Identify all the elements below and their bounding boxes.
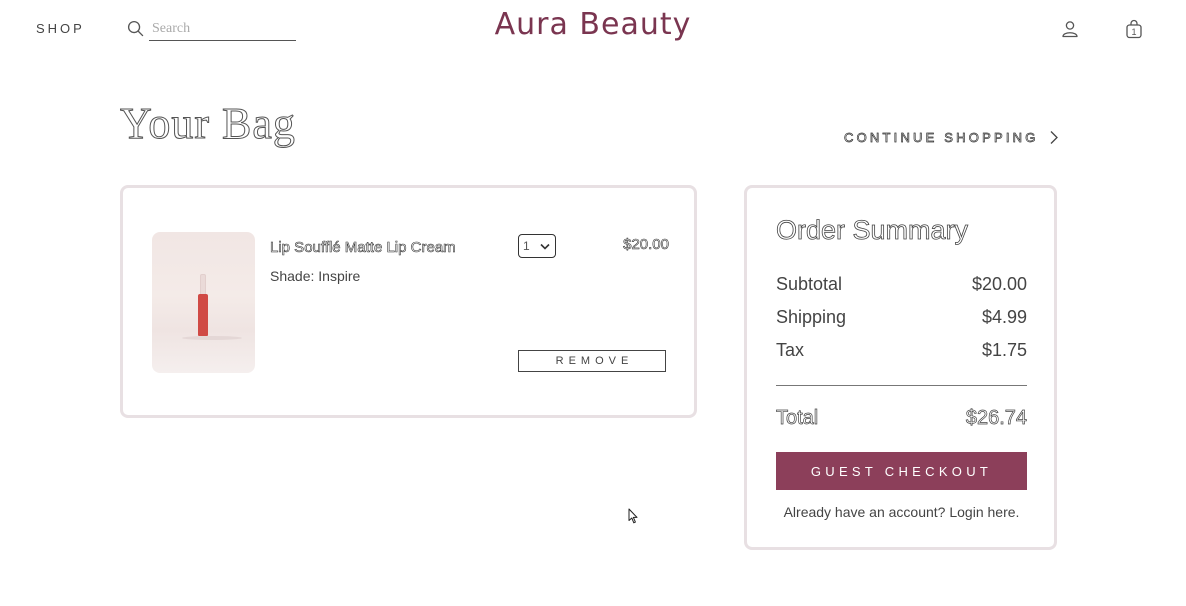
product-image[interactable] bbox=[152, 232, 255, 373]
page-title: Your Bag bbox=[120, 99, 296, 149]
remove-button[interactable]: REMOVE bbox=[518, 350, 666, 372]
quantity-select[interactable]: 1 bbox=[518, 234, 556, 258]
quantity-value: 1 bbox=[523, 239, 530, 253]
bag-count-badge: 1 bbox=[1131, 27, 1136, 37]
subtotal-label: Subtotal bbox=[776, 274, 843, 294]
order-summary-card: Order Summary Subtotal $20.00 Shipping $… bbox=[744, 185, 1057, 550]
total-row: Total $26.74 bbox=[776, 407, 1028, 430]
shipping-label: Shipping bbox=[776, 307, 847, 327]
product-name[interactable]: Lip Soufflé Matte Lip Cream bbox=[270, 239, 456, 257]
cart-item-card: Lip Soufflé Matte Lip Cream Shade: Inspi… bbox=[120, 185, 697, 418]
product-image-tube bbox=[198, 294, 208, 336]
shipping-row: Shipping $4.99 bbox=[776, 307, 1027, 328]
user-icon[interactable] bbox=[1061, 20, 1079, 38]
product-image-cap bbox=[200, 274, 206, 296]
chevron-down-icon bbox=[540, 243, 550, 250]
subtotal-value: $20.00 bbox=[971, 274, 1027, 294]
product-shade: Shade: Inspire bbox=[270, 268, 361, 284]
item-price: $20.00 bbox=[623, 236, 669, 254]
tax-label: Tax bbox=[776, 340, 805, 360]
total-value: $26.74 bbox=[965, 407, 1027, 430]
brand-logo[interactable]: Aura Beauty bbox=[0, 7, 1186, 42]
tax-value: $1.75 bbox=[981, 340, 1027, 360]
login-link[interactable]: Already have an account? Login here. bbox=[776, 504, 1027, 520]
continue-shopping-label: CONTINUE SHOPPING bbox=[844, 130, 1039, 146]
shipping-value: $4.99 bbox=[981, 307, 1027, 327]
chevron-right-icon bbox=[1050, 131, 1058, 144]
continue-shopping-link[interactable]: CONTINUE SHOPPING bbox=[844, 130, 1059, 145]
subtotal-row: Subtotal $20.00 bbox=[776, 274, 1027, 295]
summary-divider bbox=[776, 385, 1027, 386]
bag-icon: 1 bbox=[1126, 19, 1142, 39]
guest-checkout-button[interactable]: GUEST CHECKOUT bbox=[776, 452, 1027, 490]
product-image-shadow bbox=[182, 336, 242, 340]
total-label: Total bbox=[776, 407, 819, 430]
tax-row: Tax $1.75 bbox=[776, 340, 1027, 361]
order-summary-title: Order Summary bbox=[776, 215, 969, 246]
mouse-cursor-icon bbox=[628, 508, 638, 524]
